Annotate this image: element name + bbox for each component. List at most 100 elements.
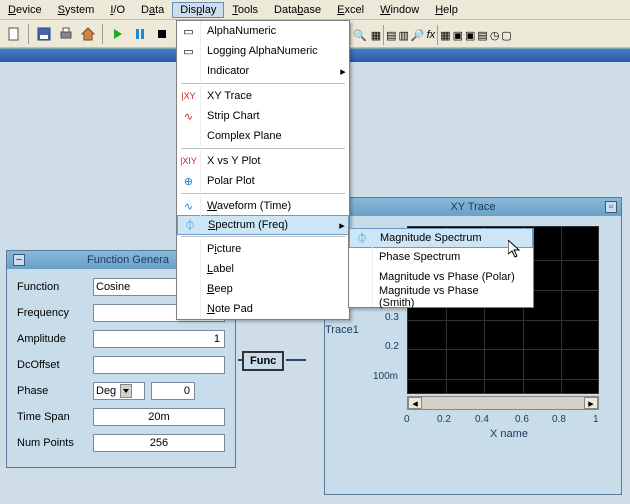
beep-icon — [177, 279, 201, 299]
fg-timespan-label: Time Span — [17, 411, 93, 423]
display-menu: ▭AlphaNumeric ▭Logging AlphaNumeric Indi… — [176, 20, 350, 320]
search-icon[interactable]: 🔍 — [353, 29, 367, 42]
menu-system[interactable]: System — [50, 2, 103, 18]
menu-item-logging-alphanumeric[interactable]: ▭Logging AlphaNumeric — [177, 41, 349, 61]
workspace: − Function Genera Function Cosine Freque… — [0, 62, 630, 504]
menu-item-x-vs-y[interactable]: |XIYX vs Y Plot — [177, 151, 349, 171]
menu-data[interactable]: Data — [133, 2, 172, 18]
stop-icon[interactable] — [152, 24, 172, 44]
menu-excel[interactable]: Excel — [329, 2, 372, 18]
fg-row-numpoints: Num Points 256 — [17, 433, 225, 453]
menu-tools[interactable]: Tools — [224, 2, 266, 18]
menu-display[interactable]: Display — [172, 2, 224, 18]
menu-help[interactable]: Help — [427, 2, 466, 18]
complex-icon — [177, 126, 201, 146]
menu-item-waveform[interactable]: ∿Waveform (Time) — [177, 196, 349, 216]
tile-icon[interactable]: ▤ — [477, 29, 487, 42]
submenu-arrow-icon: ▸ — [336, 219, 348, 232]
fg-numpoints-label: Num Points — [17, 437, 93, 449]
menu-database[interactable]: Database — [266, 2, 329, 18]
menu-item-label[interactable]: Label — [177, 259, 349, 279]
fg-numpoints-input[interactable]: 256 — [93, 434, 225, 452]
spec-icon: ⏀ — [350, 229, 374, 247]
chart-scroll-h[interactable]: ◂ ▸ — [407, 396, 599, 410]
menu-item-strip-chart[interactable]: ∿Strip Chart — [177, 106, 349, 126]
palette-icon[interactable]: ▦ — [440, 29, 450, 42]
fg-function-label: Function — [17, 281, 93, 293]
x-axis-label: X name — [407, 428, 611, 440]
fg-phase-unit-select[interactable]: Deg — [93, 382, 145, 400]
submenu-phase-spectrum[interactable]: Phase Spectrum — [349, 247, 533, 267]
trace-label: Trace1 — [325, 324, 359, 336]
spectrum-submenu: ⏀Magnitude Spectrum Phase Spectrum Magni… — [348, 228, 534, 308]
chart-icon[interactable]: ▤ — [386, 29, 396, 42]
toolbar-right: 🔍 ▦ ▤ ▥ 🔎 fx ▦ ▣ ▣ ▤ ◷ ▢ — [350, 22, 512, 48]
menu-item-indicator[interactable]: Indicator▸ — [177, 61, 349, 81]
print-icon[interactable] — [56, 24, 76, 44]
x-tick: 0.8 — [552, 414, 566, 425]
menu-item-beep[interactable]: Beep — [177, 279, 349, 299]
x-tick: 0 — [404, 414, 410, 425]
strip-icon: ∿ — [177, 106, 201, 126]
wave-icon: ∿ — [177, 196, 201, 216]
menu-item-spectrum[interactable]: ⏀Spectrum (Freq)▸ — [177, 215, 349, 235]
save-icon[interactable] — [34, 24, 54, 44]
window-icon[interactable]: ▣ — [453, 29, 463, 42]
zoom-icon[interactable]: 🔎 — [411, 29, 425, 42]
menu-device[interactable]: Device — [0, 2, 50, 18]
x-tick: 1 — [593, 414, 599, 425]
disk-icon[interactable]: ▢ — [501, 29, 511, 42]
fg-dcoffset-label: DcOffset — [17, 359, 93, 371]
xy-titlebar[interactable]: − XY Trace ▫ — [325, 198, 621, 216]
doc-icon[interactable]: ▥ — [399, 29, 409, 42]
submenu-arrow-icon: ▸ — [337, 65, 349, 78]
fg-row-amplitude: Amplitude 1 — [17, 329, 225, 349]
x-tick: 0.6 — [515, 414, 529, 425]
xy-icon: |XY — [177, 86, 201, 106]
alnum-icon: ▭ — [177, 21, 201, 41]
menu-item-xy-trace[interactable]: |XYXY Trace — [177, 86, 349, 106]
submenu-mag-vs-phase-polar[interactable]: Magnitude vs Phase (Polar) — [349, 267, 533, 287]
menu-item-picture[interactable]: Picture — [177, 239, 349, 259]
maximize-icon[interactable]: ▫ — [605, 201, 617, 213]
fg-amplitude-input[interactable]: 1 — [93, 330, 225, 348]
fg-dcoffset-input[interactable] — [93, 356, 225, 374]
run-icon[interactable] — [108, 24, 128, 44]
wire — [286, 359, 306, 361]
sheet-icon[interactable]: ▦ — [371, 29, 381, 42]
menu-window[interactable]: Window — [372, 2, 427, 18]
menubar: Device System I/O Data Display Tools Dat… — [0, 0, 630, 20]
pause-icon[interactable] — [130, 24, 150, 44]
fg-phase-label: Phase — [17, 385, 93, 397]
fg-row-timespan: Time Span 20m — [17, 407, 225, 427]
func-block[interactable]: Func — [242, 351, 284, 371]
fg-phase-input[interactable]: 0 — [151, 382, 195, 400]
scroll-left-icon[interactable]: ◂ — [408, 397, 422, 409]
fg-timespan-input[interactable]: 20m — [93, 408, 225, 426]
submenu-magnitude-spectrum[interactable]: ⏀Magnitude Spectrum — [349, 228, 533, 248]
menu-io[interactable]: I/O — [102, 2, 133, 18]
new-icon[interactable] — [4, 24, 24, 44]
submenu-mag-vs-phase-smith[interactable]: Magnitude vs Phase (Smith) — [349, 287, 533, 307]
x-tick: 0.4 — [475, 414, 489, 425]
menu-item-notepad[interactable]: Note Pad — [177, 299, 349, 319]
menu-item-complex-plane[interactable]: Complex Plane — [177, 126, 349, 146]
y-tick: 100m — [373, 371, 398, 382]
y-tick: 0.2 — [385, 341, 399, 352]
menu-item-polar[interactable]: ⊕Polar Plot — [177, 171, 349, 191]
scroll-right-icon[interactable]: ▸ — [584, 397, 598, 409]
xy-title: XY Trace — [343, 201, 603, 213]
polar-icon: ⊕ — [177, 171, 201, 191]
home-icon[interactable] — [78, 24, 98, 44]
menu-item-alphanumeric[interactable]: ▭AlphaNumeric — [177, 21, 349, 41]
minimize-icon[interactable]: − — [13, 254, 25, 266]
window2-icon[interactable]: ▣ — [465, 29, 475, 42]
fx-icon[interactable]: fx — [427, 29, 436, 41]
clock-icon[interactable]: ◷ — [490, 29, 500, 42]
fg-row-dcoffset: DcOffset — [17, 355, 225, 375]
fg-row-phase: Phase Deg 0 — [17, 381, 225, 401]
indicator-icon — [177, 61, 201, 81]
spec-icon: ⏀ — [178, 216, 202, 234]
chevron-down-icon[interactable] — [120, 384, 132, 398]
label-icon — [177, 259, 201, 279]
